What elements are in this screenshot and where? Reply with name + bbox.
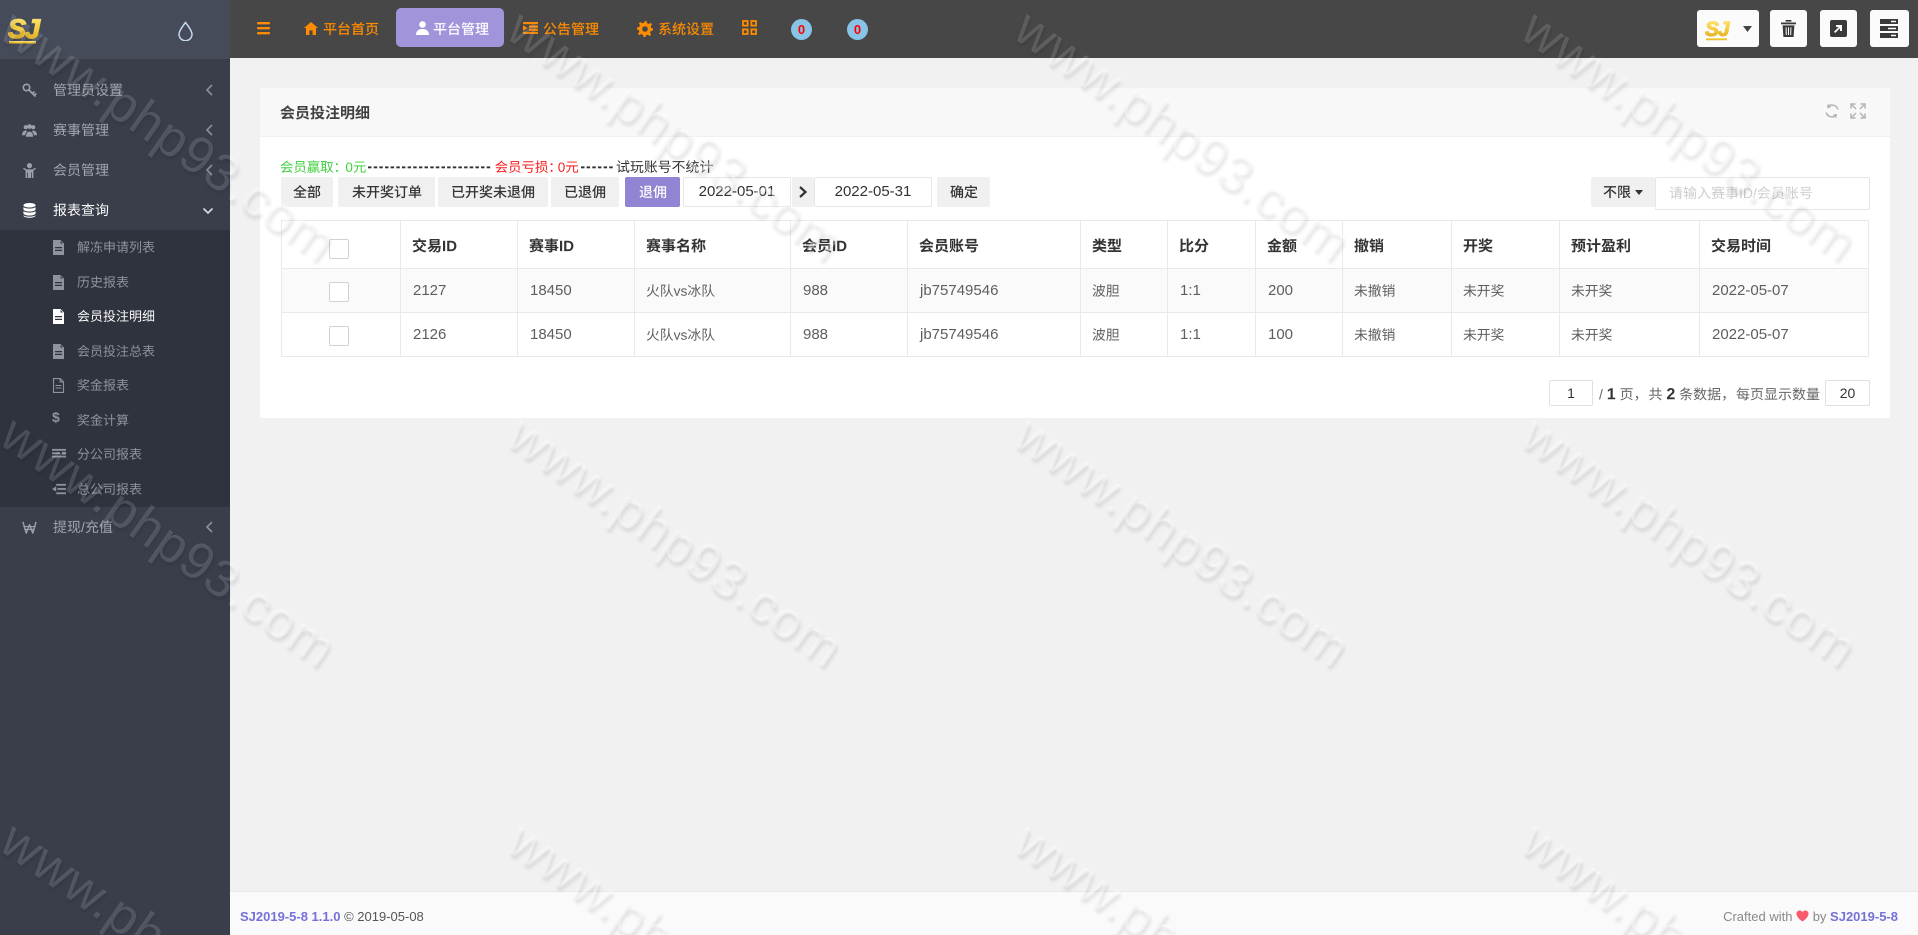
svg-text:SJ: SJ	[1705, 18, 1731, 41]
svg-text:SJ: SJ	[8, 14, 41, 44]
